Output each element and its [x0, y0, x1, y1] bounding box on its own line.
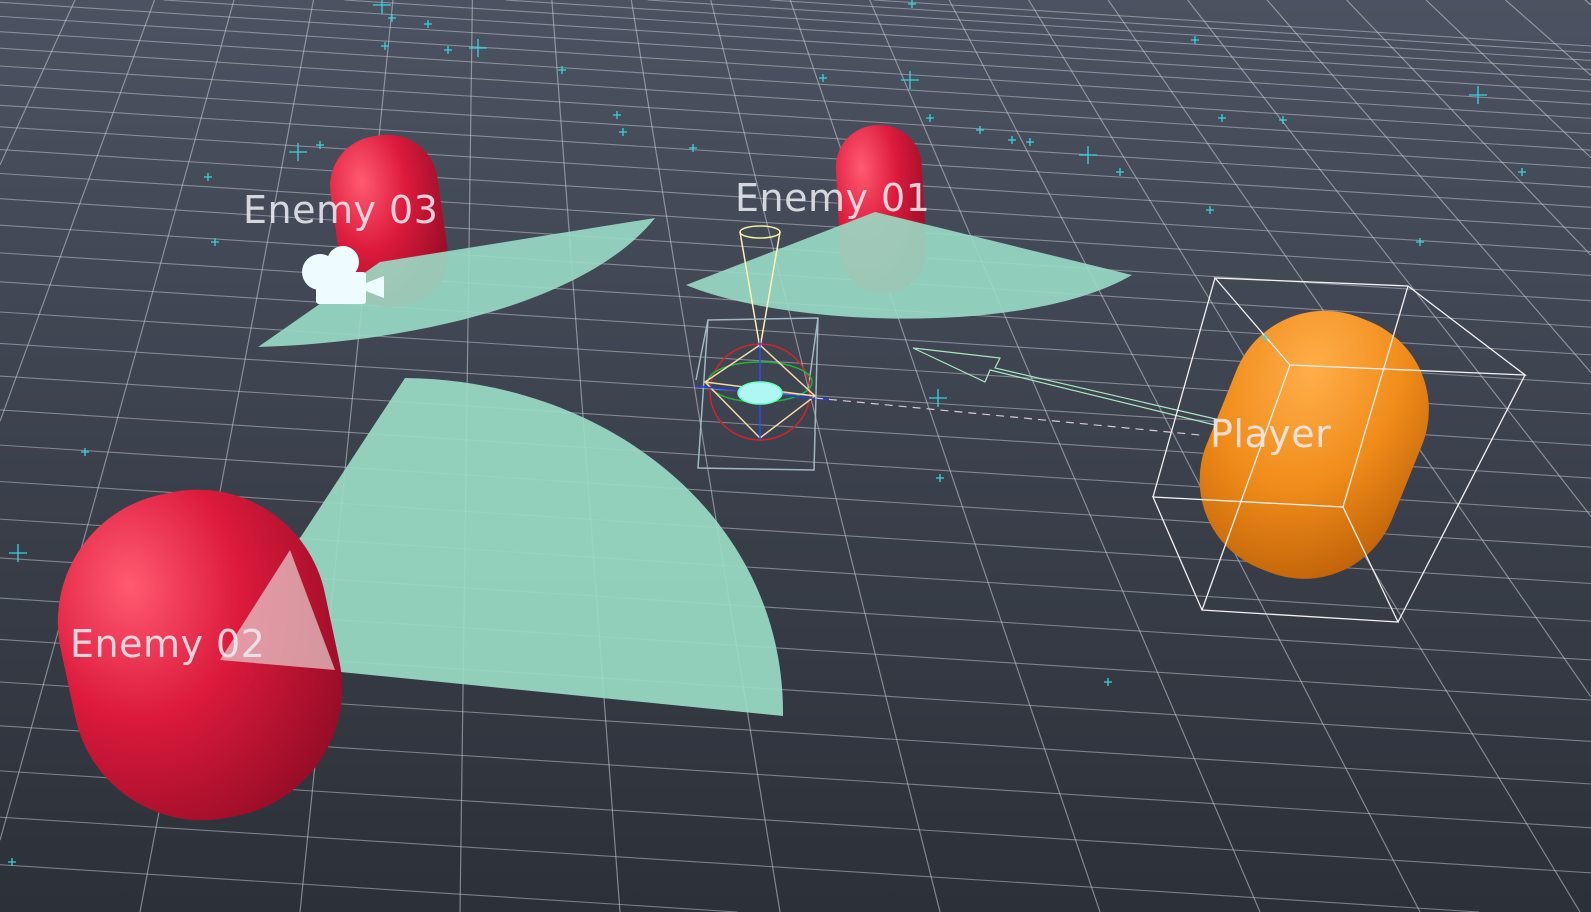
player-label: Player [1210, 412, 1332, 456]
enemy-03-label: Enemy 03 [243, 188, 439, 232]
enemy-01-label: Enemy 01 [735, 176, 931, 220]
enemy-02-label: Enemy 02 [70, 622, 266, 666]
scene-view[interactable] [0, 0, 1591, 912]
